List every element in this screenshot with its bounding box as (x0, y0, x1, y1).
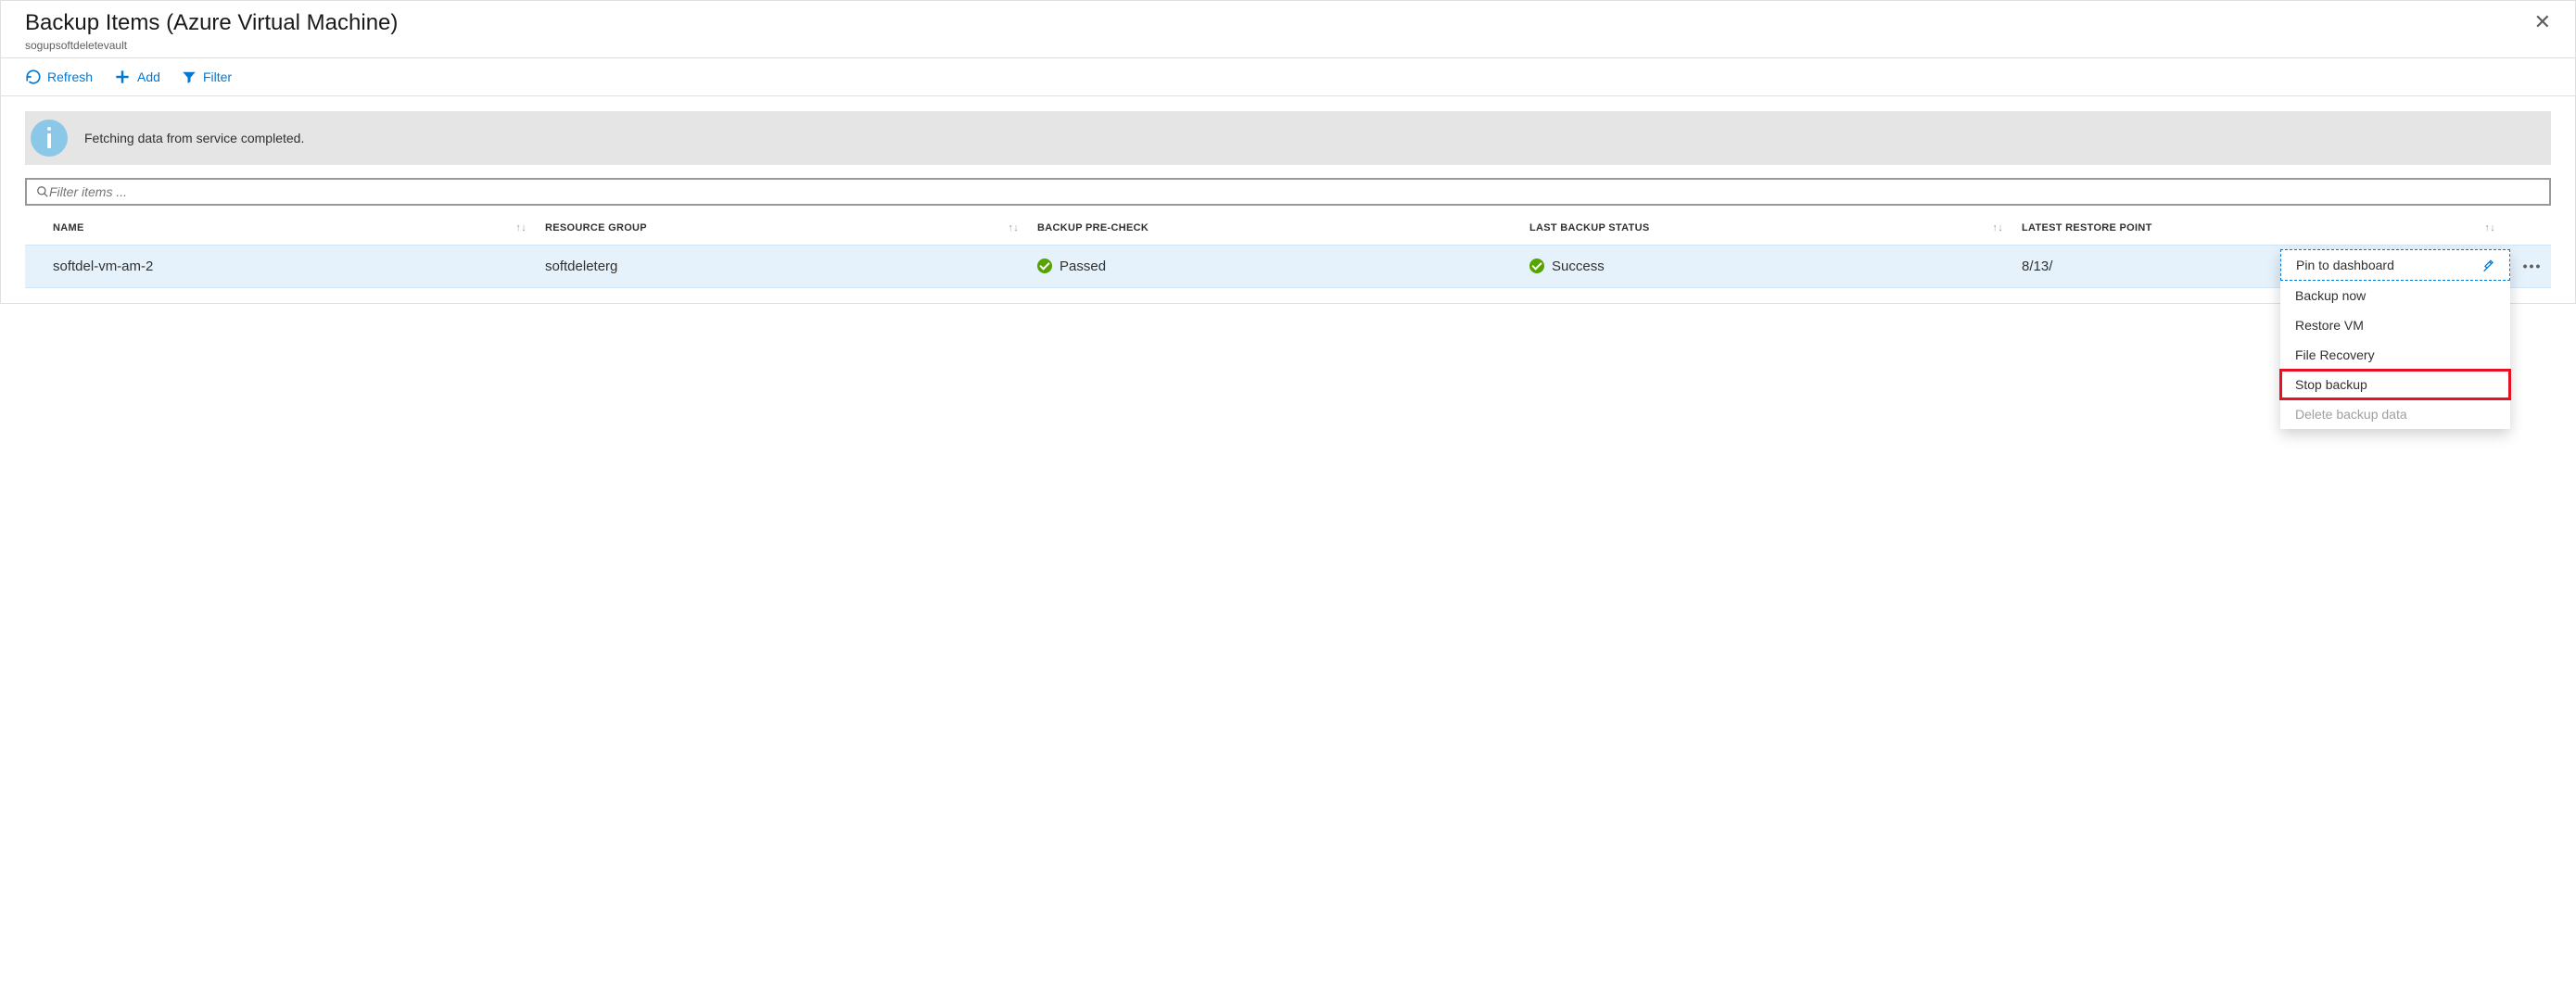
sort-icon: ↑↓ (1008, 222, 1019, 233)
refresh-button[interactable]: Refresh (25, 69, 93, 85)
search-input[interactable] (49, 184, 2540, 199)
cell-precheck: Passed (1037, 259, 1529, 274)
pin-icon (2480, 258, 2494, 272)
col-name[interactable]: NAME↑↓ (53, 222, 545, 233)
close-button[interactable]: ✕ (2529, 10, 2557, 34)
menu-restore-vm[interactable]: Restore VM (2280, 310, 2510, 340)
filter-button[interactable]: Filter (181, 69, 232, 85)
sort-icon: ↑↓ (515, 222, 527, 233)
sort-icon: ↑↓ (2484, 222, 2495, 233)
filter-icon (181, 69, 197, 85)
info-message: Fetching data from service completed. (84, 131, 304, 145)
sort-icon: ↑↓ (1992, 222, 2003, 233)
refresh-icon (25, 69, 42, 85)
col-restore-point[interactable]: LATEST RESTORE POINT↑↓ (2022, 222, 2514, 233)
add-button[interactable]: Add (113, 68, 160, 86)
check-icon (1037, 259, 1052, 273)
menu-stop-backup[interactable]: Stop backup (2280, 370, 2510, 399)
filter-label: Filter (203, 69, 232, 84)
table-header-row: NAME↑↓ RESOURCE GROUP↑↓ BACKUP PRE-CHECK… (25, 211, 2551, 245)
search-icon (36, 185, 49, 198)
cell-last-status: Success (1529, 259, 2022, 274)
add-label: Add (137, 69, 160, 84)
row-more-button[interactable]: ••• (2514, 259, 2551, 273)
info-icon (31, 120, 68, 157)
cell-resource-group: softdeleterg (545, 259, 1037, 274)
search-row[interactable] (25, 178, 2551, 206)
page-title: Backup Items (Azure Virtual Machine) (25, 10, 398, 37)
col-last-status[interactable]: LAST BACKUP STATUS↑↓ (1529, 222, 2022, 233)
menu-backup-now[interactable]: Backup now (2280, 281, 2510, 310)
col-precheck[interactable]: BACKUP PRE-CHECK (1037, 222, 1529, 233)
toolbar: Refresh Add Filter (1, 58, 2575, 95)
menu-pin-to-dashboard[interactable]: Pin to dashboard (2280, 249, 2510, 281)
context-menu: Pin to dashboard Backup now Restore VM F… (2280, 249, 2510, 429)
refresh-label: Refresh (47, 69, 93, 84)
menu-delete-backup-data: Delete backup data (2280, 399, 2510, 429)
check-icon (1529, 259, 1544, 273)
cell-name: softdel-vm-am-2 (53, 259, 545, 274)
info-bar: Fetching data from service completed. (25, 111, 2551, 165)
col-resource-group[interactable]: RESOURCE GROUP↑↓ (545, 222, 1037, 233)
menu-file-recovery[interactable]: File Recovery (2280, 340, 2510, 370)
page-subtitle: sogupsoftdeletevault (25, 39, 398, 52)
table-row[interactable]: softdel-vm-am-2 softdeleterg Passed Succ… (25, 245, 2551, 288)
panel-header: Backup Items (Azure Virtual Machine) sog… (1, 1, 2575, 58)
plus-icon (113, 68, 132, 86)
